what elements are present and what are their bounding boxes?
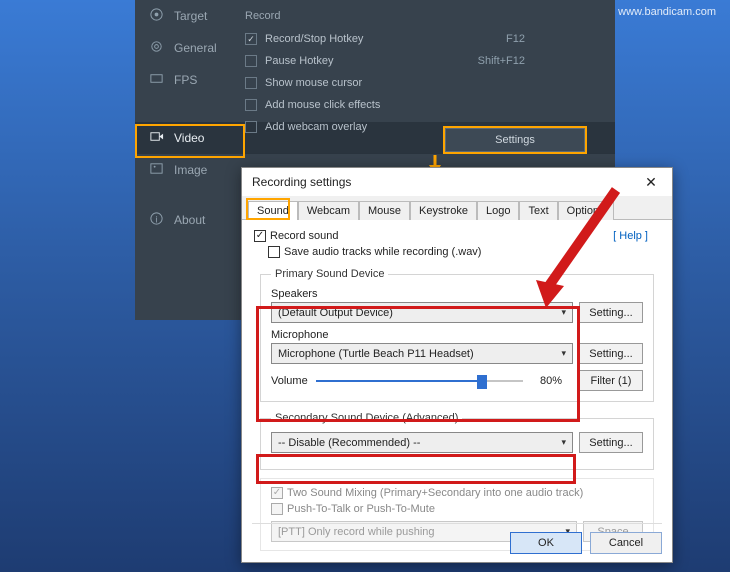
- chevron-down-icon: ▾: [561, 437, 566, 448]
- tabstrip: Sound Webcam Mouse Keystroke Logo Text O…: [242, 196, 672, 220]
- volume-slider[interactable]: [316, 373, 523, 389]
- tab-body: Record sound Save audio tracks while rec…: [242, 220, 672, 559]
- divider: [252, 523, 662, 524]
- row-label: Show mouse cursor: [265, 77, 362, 89]
- video-icon: [149, 129, 164, 147]
- app-main: Record ✓ Record/Stop Hotkey F12 Pause Ho…: [245, 10, 605, 138]
- secondary-device-group: Secondary Sound Device (Advanced) -- Dis…: [260, 412, 654, 470]
- checkbox-label: Push-To-Talk or Push-To-Mute: [287, 503, 435, 515]
- dropdown-value: Microphone (Turtle Beach P11 Headset): [278, 348, 474, 360]
- info-icon: i: [149, 211, 164, 229]
- secondary-dropdown[interactable]: -- Disable (Recommended) -- ▾: [271, 432, 573, 453]
- checkbox-icon[interactable]: [245, 99, 257, 111]
- microphone-label: Microphone: [271, 329, 643, 341]
- row-label: Add mouse click effects: [265, 99, 380, 111]
- speakers-dropdown[interactable]: (Default Output Device) ▾: [271, 302, 573, 323]
- two-sound-mixing-checkbox: Two Sound Mixing (Primary+Secondary into…: [271, 487, 643, 499]
- row-value: Shift+F12: [478, 55, 525, 67]
- row-pause-hotkey[interactable]: Pause Hotkey Shift+F12: [245, 50, 605, 72]
- gear-icon: [149, 39, 164, 57]
- tab-webcam[interactable]: Webcam: [298, 201, 359, 220]
- sidebar-item-label: General: [174, 41, 217, 55]
- dropdown-value: -- Disable (Recommended) --: [278, 437, 420, 449]
- row-record-hotkey[interactable]: ✓ Record/Stop Hotkey F12: [245, 28, 605, 50]
- row-show-cursor[interactable]: Show mouse cursor: [245, 72, 605, 94]
- checkbox-label: Save audio tracks while recording (.wav): [284, 246, 481, 258]
- microphone-dropdown[interactable]: Microphone (Turtle Beach P11 Headset) ▾: [271, 343, 573, 364]
- close-icon: ✕: [645, 174, 657, 191]
- tab-options[interactable]: Options: [558, 201, 614, 220]
- tab-logo[interactable]: Logo: [477, 201, 519, 220]
- watermark-text: www.bandicam.com: [618, 6, 716, 18]
- close-button[interactable]: ✕: [636, 171, 666, 193]
- ptt-checkbox: Push-To-Talk or Push-To-Mute: [271, 503, 643, 515]
- filter-button[interactable]: Filter (1): [579, 370, 643, 391]
- checkbox-label: Record sound: [270, 230, 339, 242]
- checkbox-icon[interactable]: [245, 121, 257, 133]
- settings-button[interactable]: Settings: [445, 128, 585, 152]
- checkbox-icon: [271, 487, 283, 499]
- checkbox-icon[interactable]: ✓: [245, 33, 257, 45]
- target-icon: [149, 7, 164, 25]
- volume-percent: 80%: [531, 375, 571, 387]
- microphone-setting-button[interactable]: Setting...: [579, 343, 643, 364]
- sidebar-item-label: Target: [174, 9, 207, 23]
- speakers-setting-button[interactable]: Setting...: [579, 302, 643, 323]
- sidebar-item-label: About: [174, 213, 205, 227]
- tab-sound[interactable]: Sound: [248, 201, 298, 220]
- record-sound-checkbox[interactable]: Record sound: [254, 230, 660, 242]
- dialog-title: Recording settings: [252, 175, 351, 189]
- speakers-label: Speakers: [271, 288, 643, 300]
- tab-mouse[interactable]: Mouse: [359, 201, 410, 220]
- primary-device-group: Primary Sound Device Speakers (Default O…: [260, 268, 654, 402]
- svg-text:i: i: [155, 214, 157, 224]
- save-wav-checkbox[interactable]: Save audio tracks while recording (.wav): [268, 246, 660, 258]
- sidebar-item-label: Image: [174, 163, 207, 177]
- row-label: Pause Hotkey: [265, 55, 333, 67]
- help-link[interactable]: [ Help ]: [613, 230, 648, 242]
- checkbox-icon[interactable]: [254, 230, 266, 242]
- ok-button[interactable]: OK: [510, 532, 582, 554]
- row-label: Record/Stop Hotkey: [265, 33, 363, 45]
- checkbox-icon[interactable]: [245, 55, 257, 67]
- row-click-effects[interactable]: Add mouse click effects: [245, 94, 605, 116]
- checkbox-icon[interactable]: [245, 77, 257, 89]
- section-title: Record: [245, 10, 605, 22]
- volume-label: Volume: [271, 375, 308, 387]
- secondary-setting-button[interactable]: Setting...: [579, 432, 643, 453]
- cancel-button[interactable]: Cancel: [590, 532, 662, 554]
- sidebar-item-label: FPS: [174, 73, 197, 87]
- row-label: Add webcam overlay: [265, 121, 367, 133]
- tab-text[interactable]: Text: [519, 201, 557, 220]
- dialog-buttons: OK Cancel: [510, 532, 662, 554]
- checkbox-icon[interactable]: [268, 246, 280, 258]
- sidebar-item-label: Video: [174, 131, 204, 145]
- chevron-down-icon: ▾: [561, 307, 566, 318]
- group-legend: Primary Sound Device: [271, 268, 388, 280]
- row-value: F12: [506, 33, 525, 45]
- chevron-down-icon: ▾: [561, 348, 566, 359]
- tab-keystroke[interactable]: Keystroke: [410, 201, 477, 220]
- fps-icon: [149, 71, 164, 89]
- checkbox-label: Two Sound Mixing (Primary+Secondary into…: [287, 487, 583, 499]
- recording-settings-dialog: Recording settings ✕ Sound Webcam Mouse …: [241, 167, 673, 563]
- group-legend: Secondary Sound Device (Advanced): [271, 412, 462, 424]
- checkbox-icon: [271, 503, 283, 515]
- image-icon: [149, 161, 164, 179]
- dropdown-value: [PTT] Only record while pushing: [278, 526, 435, 538]
- dialog-titlebar: Recording settings ✕: [242, 168, 672, 196]
- dropdown-value: (Default Output Device): [278, 307, 393, 319]
